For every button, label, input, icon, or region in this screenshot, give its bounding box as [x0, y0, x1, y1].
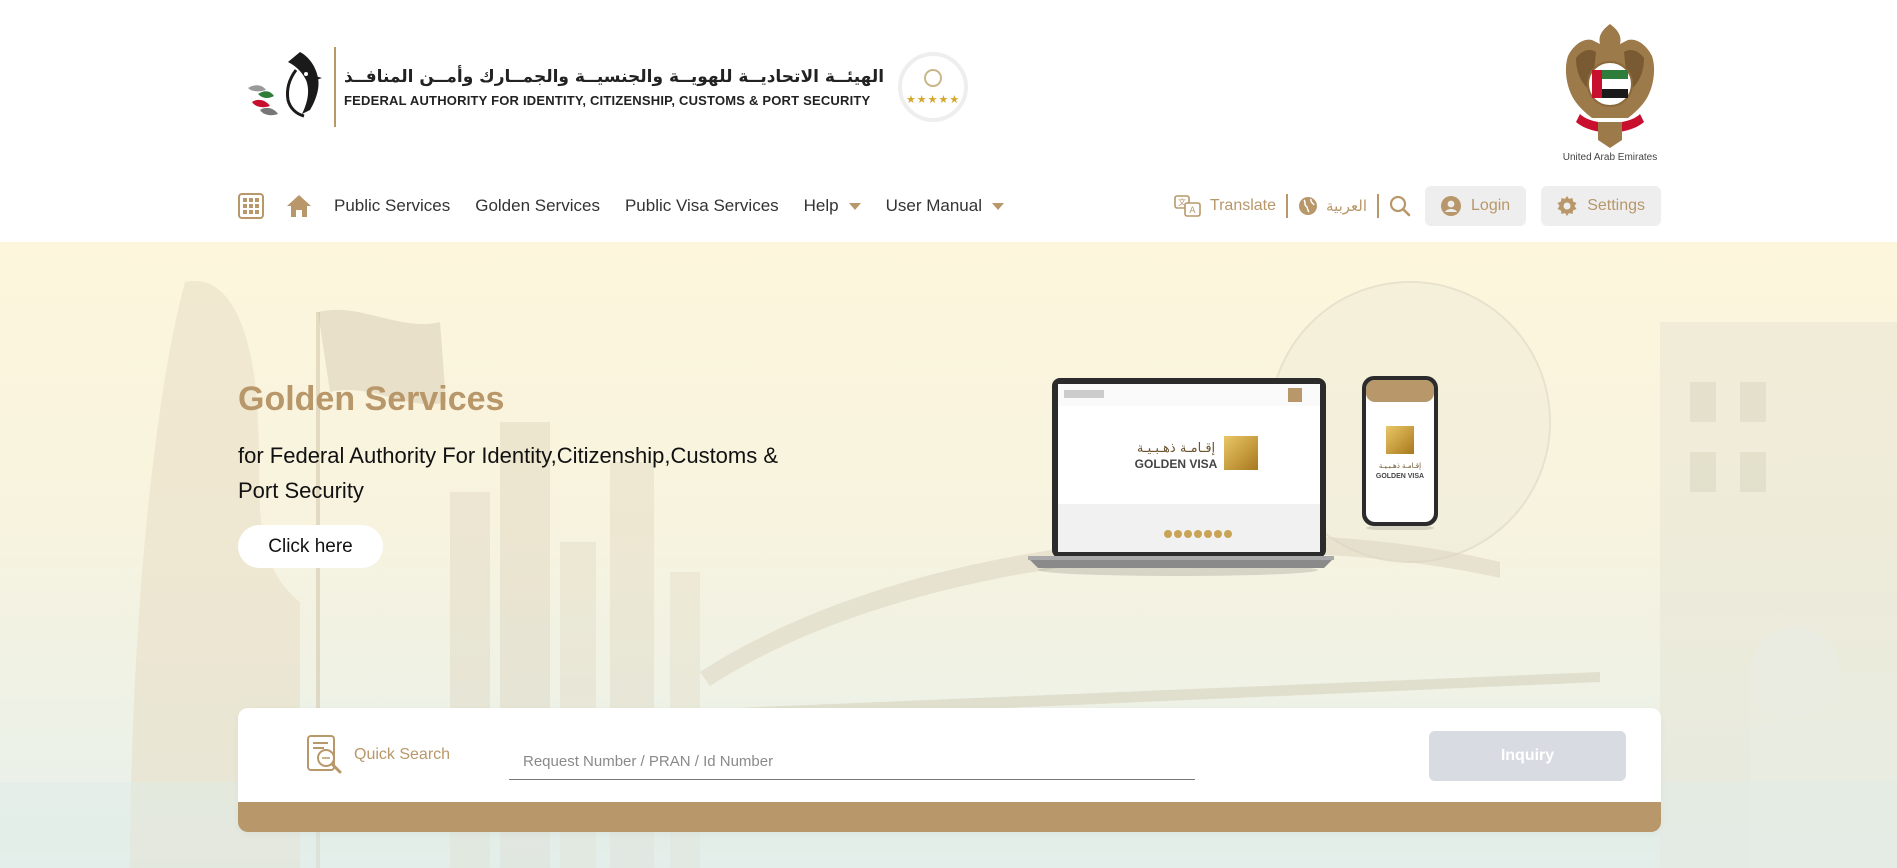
translate-button[interactable]: 文 A Translate: [1174, 194, 1276, 218]
quick-search-label: Quick Search: [304, 734, 450, 776]
apps-grid-icon[interactable]: [238, 193, 264, 219]
mockup-arabic-text: إقـامـة ذهـبـيـة: [1137, 441, 1215, 456]
quick-search-text: Quick Search: [354, 746, 451, 763]
home-icon[interactable]: [286, 193, 312, 219]
nav-public-visa-services[interactable]: Public Visa Services: [625, 196, 779, 216]
nav-golden-services[interactable]: Golden Services: [475, 196, 600, 216]
laptop-mockup-image: إقـامـة ذهـبـيـة GOLDEN VISA: [1028, 376, 1334, 576]
request-number-input[interactable]: [509, 744, 1195, 780]
site-header: الهيئــة الاتحاديــة للهويــة والجنسيــة…: [0, 0, 1897, 242]
mockup-phone-golden-visa-text: GOLDEN VISA: [1376, 473, 1424, 480]
logo-divider: [334, 47, 336, 127]
settings-label: Settings: [1587, 197, 1645, 214]
uae-eagle-icon: [1565, 24, 1655, 148]
divider: [1377, 194, 1380, 218]
nav-golden-services-label: Golden Services: [475, 196, 600, 215]
nav-user-manual-label: User Manual: [885, 196, 982, 215]
authority-logo[interactable]: الهيئــة الاتحاديــة للهويــة والجنسيــة…: [238, 44, 969, 130]
click-here-button[interactable]: Click here: [238, 525, 383, 568]
chevron-down-icon: [848, 202, 861, 210]
hero-subtitle: for Federal Authority For Identity,Citiz…: [238, 443, 779, 503]
uae-emblem: United Arab Emirates: [1560, 22, 1660, 163]
phone-mockup-image: إقـامـة ذهـبـيـة GOLDEN VISA: [1362, 376, 1438, 531]
search-icon: [1389, 195, 1411, 217]
falcon-logo-icon: [238, 44, 330, 130]
star-rating-badge: ★★★★★: [898, 52, 969, 122]
arabic-label: العربية: [1326, 197, 1368, 215]
search-button[interactable]: [1389, 195, 1411, 217]
main-nav: Public Services Golden Services Public V…: [238, 186, 1029, 226]
hero-title: Golden Services: [238, 380, 505, 418]
logo-english-name: FEDERAL AUTHORITY FOR IDENTITY, CITIZENS…: [344, 92, 871, 108]
nav-public-visa-services-label: Public Visa Services: [624, 196, 779, 215]
quick-search-footer-bar: [238, 802, 1661, 832]
nav-public-services-label: Public Services: [334, 196, 451, 215]
settings-button[interactable]: Settings: [1541, 186, 1661, 226]
translate-icon: 文 A: [1174, 195, 1201, 217]
login-label: Login: [1471, 197, 1511, 214]
divider: [1286, 194, 1289, 218]
login-button[interactable]: Login: [1425, 186, 1527, 226]
rating-emblem-icon: [924, 68, 943, 87]
inquiry-button[interactable]: Inquiry: [1429, 731, 1626, 781]
emblem-caption: United Arab Emirates: [1562, 152, 1658, 163]
quick-search-panel: Quick Search Inquiry: [238, 708, 1661, 832]
arabic-language-button[interactable]: العربية: [1298, 196, 1367, 216]
translate-label: Translate: [1209, 197, 1277, 214]
nav-help-label: Help: [803, 196, 839, 215]
mockup-phone-arabic-text: إقـامـة ذهـبـيـة: [1379, 462, 1421, 470]
mockup-golden-visa-text: GOLDEN VISA: [1135, 457, 1218, 471]
chevron-down-icon: [992, 202, 1004, 210]
user-circle-icon: [1441, 196, 1462, 216]
logo-arabic-name: الهيئــة الاتحاديــة للهويــة والجنسيــة…: [344, 66, 885, 87]
nav-user-manual-dropdown[interactable]: User Manual: [886, 196, 1004, 216]
document-search-icon: [307, 735, 342, 774]
rating-stars: ★★★★★: [905, 93, 961, 106]
nav-help-dropdown[interactable]: Help: [804, 196, 861, 216]
globe-icon: [1299, 197, 1318, 215]
logo-text: الهيئــة الاتحاديــة للهويــة والجنسيــة…: [344, 67, 884, 108]
nav-public-services[interactable]: Public Services: [334, 196, 450, 216]
svg-text:A: A: [1189, 206, 1196, 216]
utility-nav: 文 A Translate العربية Login Settings: [1174, 186, 1661, 226]
gear-icon: [1557, 196, 1577, 216]
